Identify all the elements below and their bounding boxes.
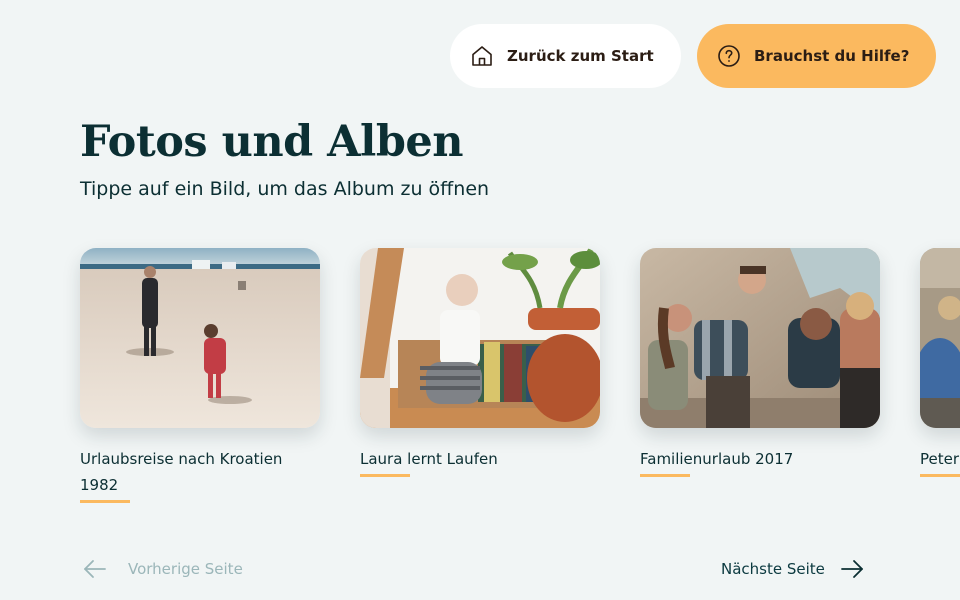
album-title: Peter xyxy=(920,450,960,468)
album-card[interactable]: Peter xyxy=(920,248,960,477)
album-card[interactable]: Laura lernt Laufen xyxy=(360,248,600,477)
album-title-underline xyxy=(360,474,410,477)
back-to-start-button[interactable]: Zurück zum Start xyxy=(450,24,681,88)
photo-albums-page: Zurück zum Start Brauchst du Hilfe? Foto… xyxy=(0,0,960,600)
next-page-label: Nächste Seite xyxy=(721,560,825,578)
page-subtitle: Tippe auf ein Bild, um das Album zu öffn… xyxy=(80,178,490,200)
page-title: Fotos und Alben xyxy=(80,117,464,167)
album-title: Laura lernt Laufen xyxy=(360,450,498,468)
album-title: Familienurlaub 2017 xyxy=(640,450,794,468)
album-thumbnail[interactable] xyxy=(920,248,960,428)
arrow-right-icon xyxy=(839,556,865,582)
home-icon xyxy=(470,44,494,68)
next-page-button[interactable]: Nächste Seite xyxy=(721,556,865,582)
help-label: Brauchst du Hilfe? xyxy=(754,47,910,65)
album-card[interactable]: Urlaubsreise nach Kroatien 1982 xyxy=(80,248,320,503)
arrow-left-icon xyxy=(82,556,108,582)
album-title: Urlaubsreise nach Kroatien 1982 xyxy=(80,450,283,494)
question-circle-icon xyxy=(717,44,741,68)
previous-page-label: Vorherige Seite xyxy=(128,560,243,578)
back-to-start-label: Zurück zum Start xyxy=(507,47,654,65)
album-thumbnail[interactable] xyxy=(360,248,600,428)
album-thumbnail[interactable] xyxy=(80,248,320,428)
album-title-underline xyxy=(640,474,690,477)
album-title-underline xyxy=(80,500,130,503)
help-button[interactable]: Brauchst du Hilfe? xyxy=(697,24,936,88)
previous-page-button: Vorherige Seite xyxy=(82,556,243,582)
album-thumbnail[interactable] xyxy=(640,248,880,428)
album-title-underline xyxy=(920,474,960,477)
album-card[interactable]: Familienurlaub 2017 xyxy=(640,248,880,477)
